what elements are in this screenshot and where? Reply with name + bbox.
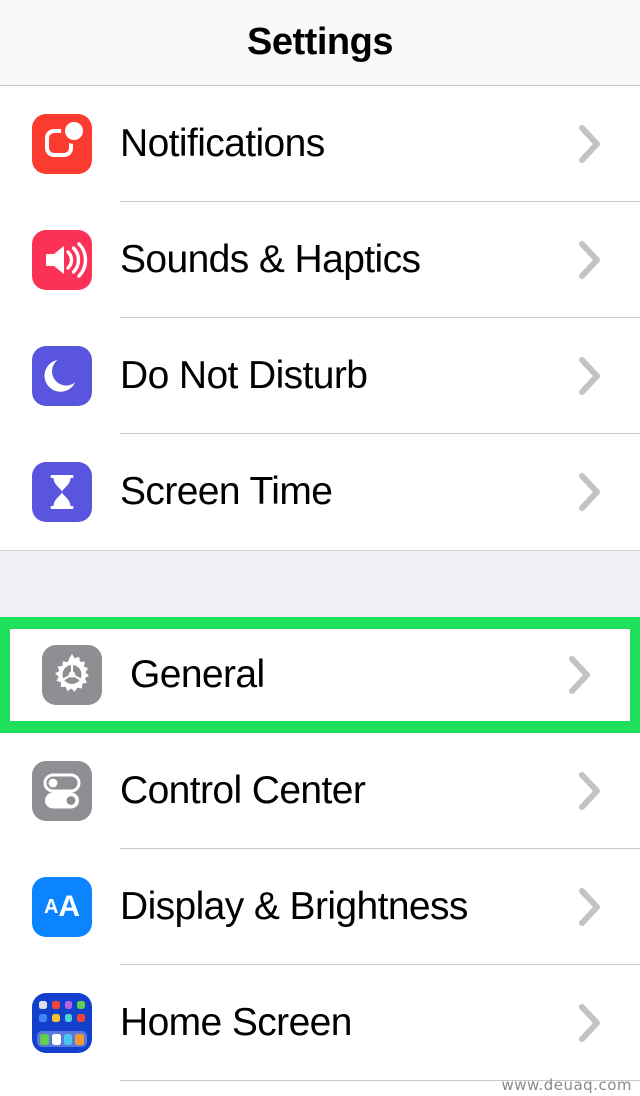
- navigation-bar: Settings: [0, 0, 640, 86]
- home-dock-dot: [64, 1034, 73, 1045]
- sounds-haptics-icon: [32, 230, 92, 290]
- sidebar-item-label: Notifications: [120, 122, 325, 166]
- home-dock-dot: [52, 1034, 61, 1045]
- sidebar-item-notifications[interactable]: Notifications: [0, 86, 640, 202]
- home-app-dot: [77, 1014, 85, 1022]
- highlight-annotation-box: General: [0, 617, 640, 733]
- display-brightness-icon: AA: [32, 877, 92, 937]
- sidebar-item-screen-time[interactable]: Screen Time: [0, 434, 640, 550]
- site-watermark: www.deuaq.com: [502, 1076, 632, 1094]
- chevron-right-icon: [570, 965, 610, 1081]
- sidebar-item-general[interactable]: General: [10, 629, 630, 721]
- settings-group-one: Notifications Sounds & Haptics: [0, 86, 640, 550]
- display-aa-glyph: AA: [32, 877, 92, 937]
- home-app-dot: [52, 1014, 60, 1022]
- do-not-disturb-icon: [32, 346, 92, 406]
- home-app-dot: [65, 1001, 73, 1009]
- sidebar-item-do-not-disturb[interactable]: Do Not Disturb: [0, 318, 640, 434]
- sidebar-item-label: Control Center: [120, 769, 365, 813]
- notifications-badge-dot: [65, 122, 83, 140]
- chevron-right-icon: [570, 202, 610, 318]
- page-title: Settings: [247, 21, 393, 64]
- chevron-right-icon: [570, 86, 610, 202]
- display-big-a: A: [58, 890, 80, 924]
- home-app-dot: [77, 1001, 85, 1009]
- section-gap: [0, 550, 640, 617]
- home-app-dot: [39, 1014, 47, 1022]
- sidebar-item-label: Do Not Disturb: [120, 354, 367, 398]
- sidebar-item-label: Display & Brightness: [120, 885, 468, 929]
- sidebar-item-sounds-haptics[interactable]: Sounds & Haptics: [0, 202, 640, 318]
- sidebar-item-display-brightness[interactable]: AA Display & Brightness: [0, 849, 640, 965]
- sidebar-item-control-center[interactable]: Control Center: [0, 733, 640, 849]
- control-center-icon: [32, 761, 92, 821]
- sidebar-item-label: Sounds & Haptics: [120, 238, 420, 282]
- general-gear-icon: [42, 645, 102, 705]
- chevron-right-icon: [570, 318, 610, 434]
- home-screen-dock: [37, 1031, 87, 1047]
- sidebar-item-home-screen[interactable]: Home Screen: [0, 965, 640, 1081]
- chevron-right-icon: [560, 629, 600, 721]
- notifications-icon: [32, 114, 92, 174]
- sidebar-item-label: Screen Time: [120, 470, 332, 514]
- chevron-right-icon: [570, 733, 610, 849]
- chevron-right-icon: [570, 849, 610, 965]
- sidebar-item-label: General: [130, 653, 265, 697]
- sidebar-item-label: Home Screen: [120, 1001, 352, 1045]
- home-dock-dot: [75, 1034, 84, 1045]
- screen-time-icon: [32, 462, 92, 522]
- home-app-dot: [39, 1001, 47, 1009]
- home-screen-icon: [32, 993, 92, 1053]
- home-screen-app-grid: [39, 1001, 85, 1022]
- display-small-a: A: [44, 896, 58, 919]
- home-app-dot: [52, 1001, 60, 1009]
- home-app-dot: [65, 1014, 73, 1022]
- home-dock-dot: [40, 1034, 49, 1045]
- settings-group-two: General Control Center: [0, 617, 640, 1081]
- chevron-right-icon: [570, 434, 610, 550]
